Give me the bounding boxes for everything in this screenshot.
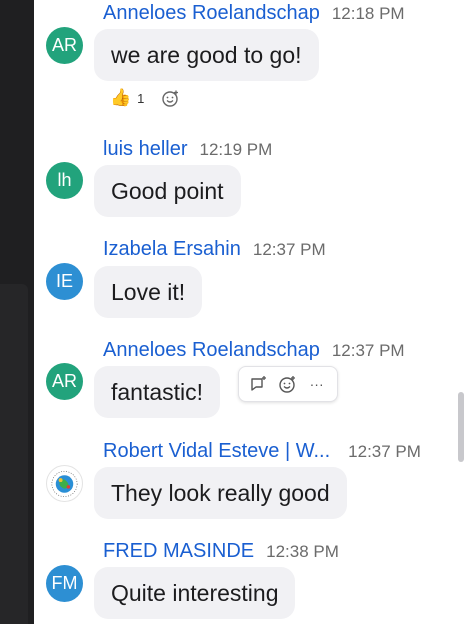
message-time: 12:19 PM [199,140,273,159]
message-hover-toolbar: ··· [238,366,338,402]
message-bubble: fantastic! [94,366,221,418]
organization-logo-avatar[interactable] [46,465,83,502]
left-rail [0,0,34,624]
message-time: 12:38 PM [266,542,339,561]
sender-row: Robert Vidal Esteve | W... 12:37 PM [103,440,421,463]
reactions: 👍 1 [110,88,180,108]
avatar[interactable]: lh [46,162,83,199]
scrollbar[interactable] [458,392,464,462]
message-bubble: Love it! [94,266,203,318]
avatar[interactable]: AR [46,363,83,400]
sender-name[interactable]: Izabela Ersahin [103,238,241,261]
message-bubble: Quite interesting [94,567,296,619]
message-time: 12:18 PM [331,4,405,23]
sender-name[interactable]: Anneloes Roelandschap [103,2,320,25]
message-bubble: They look really good [94,467,347,519]
message-bubble: Good point [94,165,241,217]
sender-name[interactable]: Anneloes Roelandschap [103,339,320,362]
avatar[interactable]: IE [46,263,83,300]
sender-row: Izabela Ersahin 12:37 PM [103,238,326,261]
sender-name[interactable]: FRED MASINDE [103,540,254,563]
sender-name[interactable]: luis heller [103,138,187,161]
chat-pane: Anneloes Roelandschap 12:18 PM AR we are… [34,0,468,624]
sender-row: FRED MASINDE 12:38 PM [103,540,339,563]
sender-row: Anneloes Roelandschap 12:37 PM [103,339,405,362]
sender-row: luis heller 12:19 PM [103,138,272,161]
thumbs-up-reaction[interactable]: 👍 [110,88,131,108]
message-bubble: we are good to go! [94,29,319,81]
sender-row: Anneloes Roelandschap 12:18 PM [103,2,405,25]
message-time: 12:37 PM [348,442,421,461]
add-reaction-icon[interactable] [162,89,180,107]
avatar[interactable]: AR [46,27,83,64]
reaction-count: 1 [137,90,145,106]
rail-panel [0,284,28,624]
message-time: 12:37 PM [331,341,405,360]
sender-name[interactable]: Robert Vidal Esteve | W... [103,440,330,463]
message-time: 12:37 PM [252,240,326,259]
avatar[interactable]: FM [46,565,83,602]
add-reaction-icon[interactable] [277,373,299,395]
reply-in-thread-icon[interactable] [248,373,270,395]
more-options-icon[interactable]: ··· [306,373,328,395]
